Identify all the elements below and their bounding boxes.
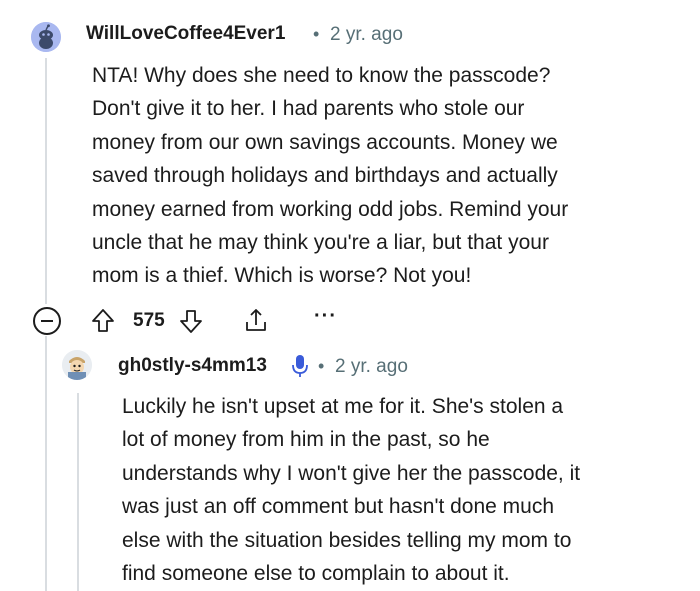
vote-score: 575 [133,310,165,331]
meta-separator: • [318,356,325,376]
arrow-up-icon[interactable] [88,306,118,336]
comment-timestamp: 2 yr. ago [330,24,403,45]
comment-body: NTA! Why does she need to know the passc… [92,64,569,288]
comment-author[interactable]: WillLoveCoffee4Ever1 [86,23,285,45]
microphone-icon [290,353,310,384]
share-icon[interactable] [240,304,272,336]
more-options-button[interactable]: ··· [314,306,338,334]
collapse-minus-icon[interactable] [33,307,61,335]
snoo-avatar-icon[interactable] [31,22,61,52]
thread-line[interactable] [45,58,47,304]
reply-timestamp: 2 yr. ago [335,356,408,377]
arrow-down-icon[interactable] [176,306,206,336]
meta-separator: • [313,24,320,44]
thread-line-lower[interactable] [45,336,47,591]
reply-body: Luckily he isn't upset at me for it. She… [122,395,581,586]
custom-avatar-icon[interactable] [62,350,92,380]
reply-thread-line[interactable] [77,393,79,591]
reply-author[interactable]: gh0stly-s4mm13 [118,355,267,377]
